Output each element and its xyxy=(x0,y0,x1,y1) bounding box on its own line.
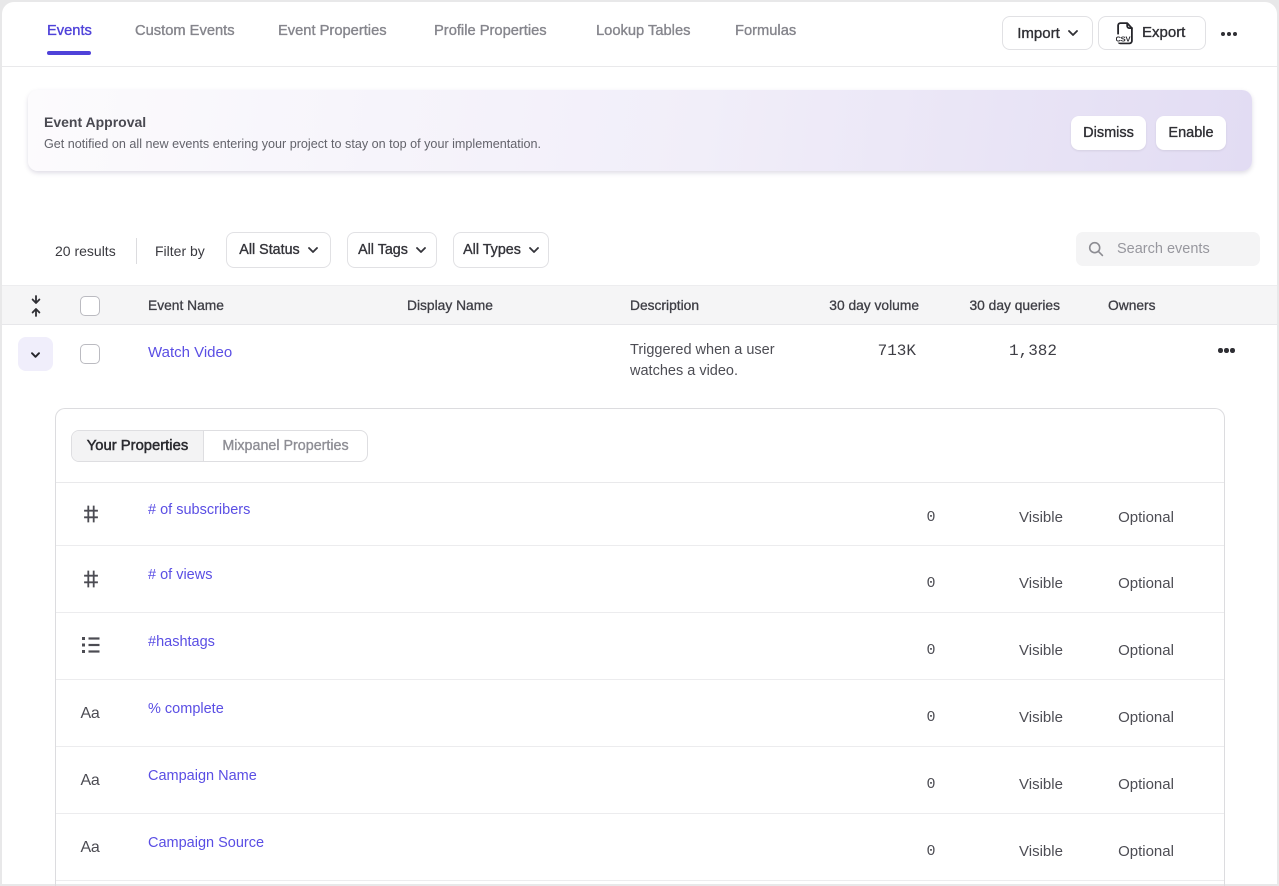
svg-text:CSV: CSV xyxy=(1116,35,1131,44)
